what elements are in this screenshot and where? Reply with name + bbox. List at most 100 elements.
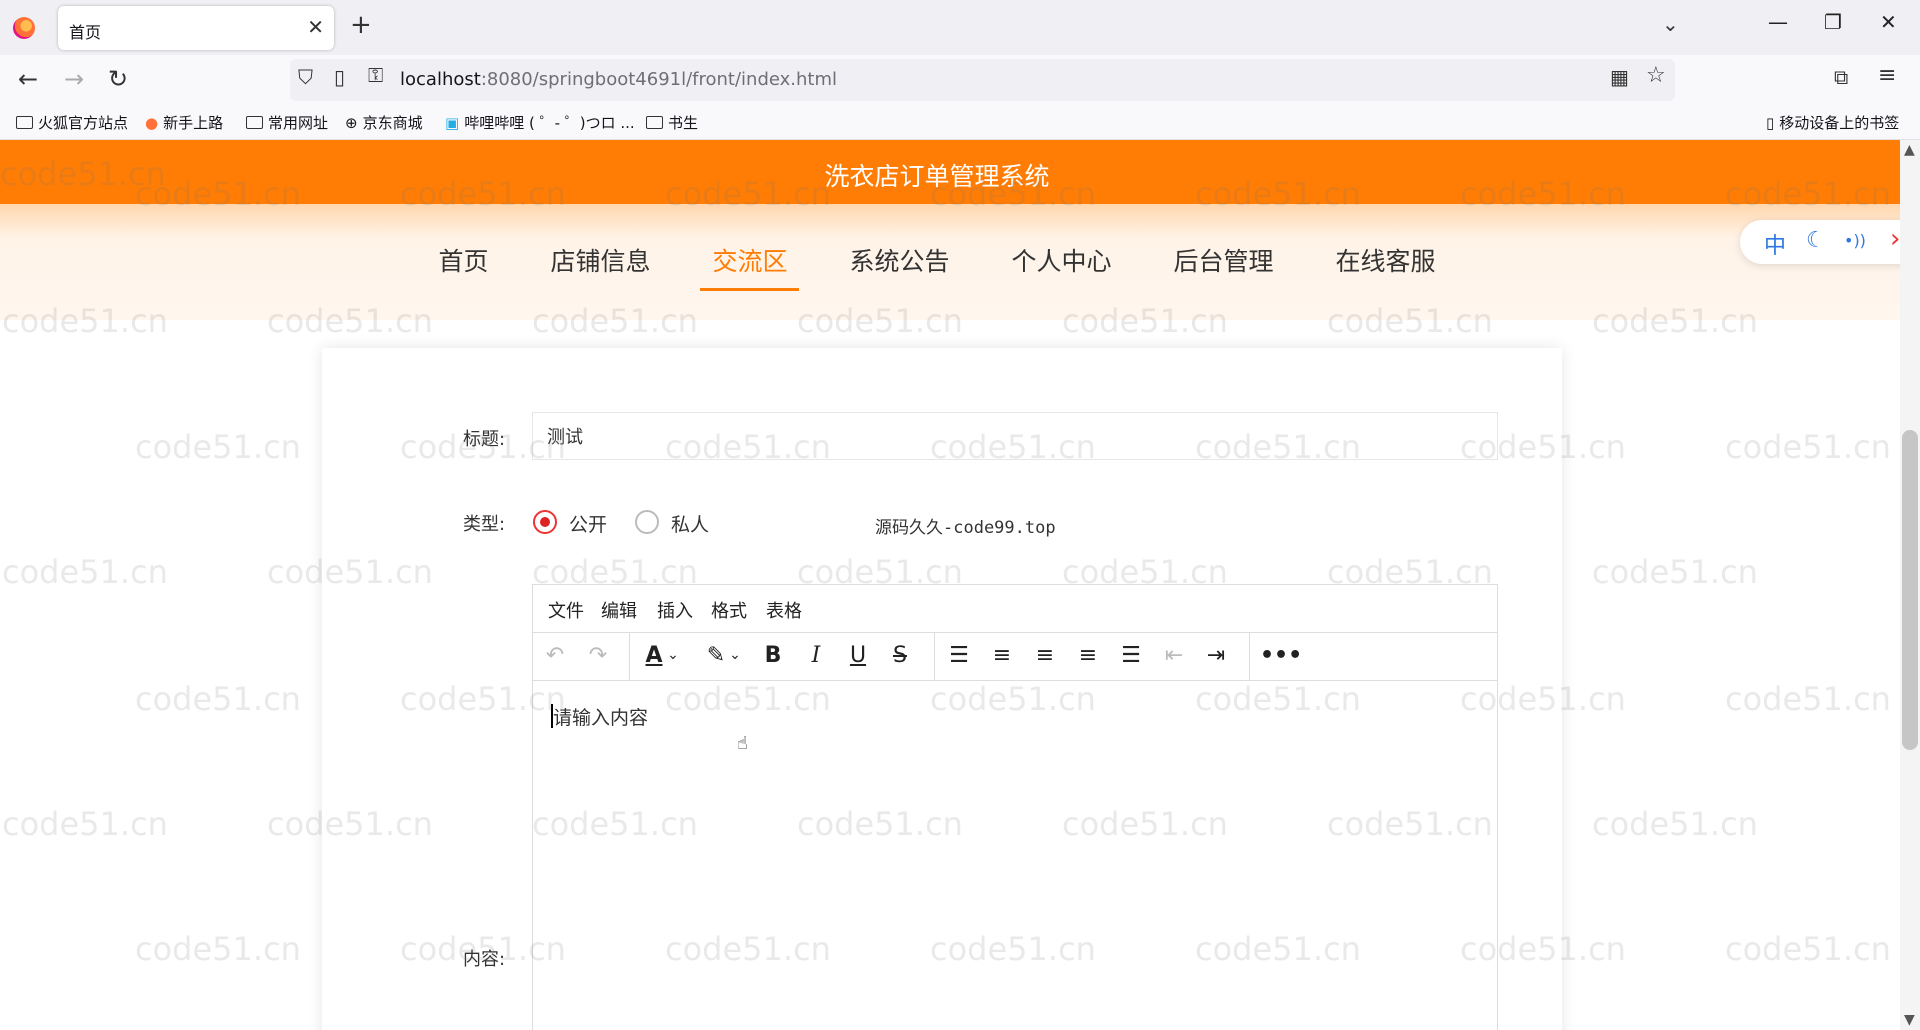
bookmark-star-icon[interactable]: ☆ <box>1646 63 1666 88</box>
chevron-down-icon[interactable]: ⌄ <box>665 647 681 663</box>
bold-icon[interactable]: B <box>758 643 788 668</box>
tab-close-icon[interactable]: ✕ <box>307 15 324 39</box>
bilibili-icon: ▣ <box>445 114 460 132</box>
scroll-down-icon[interactable]: ▼ <box>1904 1012 1915 1028</box>
nav-announcements[interactable]: 系统公告 <box>837 242 961 288</box>
menu-edit[interactable]: 编辑 <box>601 597 637 623</box>
page-info-icon[interactable]: ▯ <box>334 65 345 89</box>
editor-toolbar: ↶ ↷ A ⌄ ✎ ⌄ B I U S ☰ ≡ ≡ ≡ ☰ ⇤ ⇥ ••• <box>533 633 1497 681</box>
key-icon[interactable]: ⚿ <box>368 63 383 87</box>
radio-public-label: 公开 <box>569 514 608 536</box>
menu-insert[interactable]: 插入 <box>657 597 693 623</box>
qr-code-icon[interactable]: ▦ <box>1610 65 1629 89</box>
page-content: 洗衣店订单管理系统 首页 店铺信息 交流区 系统公告 个人中心 后台管理 在线客服 标题: … <box>0 140 1900 1030</box>
radio-public[interactable] <box>533 510 557 534</box>
nav-home[interactable]: 首页 <box>426 242 500 288</box>
menu-icon[interactable]: ≡ <box>1878 63 1896 88</box>
chevron-right-icon[interactable]: › <box>1890 224 1900 254</box>
folder-icon <box>16 116 33 129</box>
firefox-logo-icon <box>13 17 35 39</box>
back-icon[interactable]: ← <box>18 65 38 93</box>
line-height-icon[interactable]: ☰ <box>944 643 974 668</box>
main-nav-area: 首页 店铺信息 交流区 系统公告 个人中心 后台管理 在线客服 <box>0 204 1900 320</box>
strikethrough-icon[interactable]: S <box>885 643 915 668</box>
toolbar-divider <box>1249 633 1250 681</box>
bookmark-label: 火狐官方站点 <box>38 114 129 132</box>
nav-admin[interactable]: 后台管理 <box>1162 242 1286 288</box>
url-path: :8080/springboot4691l/front/index.html <box>480 69 838 90</box>
watermark: code51.cn <box>135 428 301 466</box>
italic-icon[interactable]: I <box>801 643 831 668</box>
indent-icon[interactable]: ⇥ <box>1201 643 1231 668</box>
nav-forum[interactable]: 交流区 <box>700 242 800 291</box>
watermark: code51.cn <box>1725 930 1891 968</box>
bookmark-item[interactable]: ⊕ 京东商城 <box>345 112 423 133</box>
watermark: code51.cn <box>1725 428 1891 466</box>
underline-icon[interactable]: U <box>843 643 873 668</box>
editor-placeholder[interactable]: 请输入内容 <box>553 703 648 730</box>
radio-private[interactable] <box>635 510 659 534</box>
align-right-icon[interactable]: ≡ <box>1073 643 1103 668</box>
url-text[interactable]: localhost:8080/springboot4691l/front/ind… <box>400 69 837 90</box>
scrollbar-thumb[interactable] <box>1902 430 1918 750</box>
globe-icon: ⊕ <box>345 114 358 132</box>
toolbar-divider <box>629 633 630 681</box>
bookmark-item[interactable]: ▣ 哔哩哔哩 ( ゜- ゜)つロ ... <box>445 112 635 133</box>
bookmark-label: 常用网址 <box>268 114 329 132</box>
redo-icon[interactable]: ↷ <box>583 643 613 668</box>
main-nav: 首页 店铺信息 交流区 系统公告 个人中心 后台管理 在线客服 <box>0 242 1874 291</box>
menu-format[interactable]: 格式 <box>711 597 747 623</box>
menu-table[interactable]: 表格 <box>766 597 802 623</box>
watermark: code51.cn <box>1592 805 1758 843</box>
title-input[interactable]: 测试 <box>532 412 1498 460</box>
align-left-icon[interactable]: ≡ <box>987 643 1017 668</box>
moon-icon[interactable]: ☾ <box>1806 228 1826 253</box>
scroll-up-icon[interactable]: ▲ <box>1904 142 1915 158</box>
shield-icon[interactable]: ⛉ <box>298 65 313 89</box>
tab-list-chevron-icon[interactable]: ⌄ <box>1662 12 1679 36</box>
watermark: code51.cn <box>2 553 168 591</box>
lang-switch-icon[interactable]: 中 <box>1764 228 1786 260</box>
firefox-small-icon: ● <box>145 114 159 132</box>
bookmark-item[interactable]: ● 新手上路 <box>145 112 223 133</box>
more-icon[interactable]: ••• <box>1260 643 1302 668</box>
watermark: code51.cn <box>1725 680 1891 718</box>
mouse-pointer-icon: ☝ <box>737 733 748 754</box>
minimize-icon[interactable]: — <box>1768 10 1788 34</box>
watermark: code51.cn <box>2 805 168 843</box>
extensions-icon[interactable]: ⧉ <box>1834 65 1848 89</box>
bookmark-item[interactable]: 常用网址 <box>246 112 328 133</box>
mobile-icon: ▯ <box>1766 114 1775 132</box>
site-header: 洗衣店订单管理系统 <box>0 140 1900 204</box>
align-center-icon[interactable]: ≡ <box>1030 643 1060 668</box>
url-host: localhost <box>400 69 481 90</box>
rich-text-editor: 文件 编辑 插入 格式 表格 ↶ ↷ A ⌄ ✎ ⌄ B I U S ☰ ≡ ≡… <box>532 584 1498 1030</box>
speech-icon[interactable]: •)) <box>1844 231 1866 250</box>
mobile-bookmarks[interactable]: ▯ 移动设备上的书签 <box>1766 112 1899 133</box>
nav-online-service[interactable]: 在线客服 <box>1324 242 1448 288</box>
outdent-icon[interactable]: ⇤ <box>1159 643 1189 668</box>
nav-shop-info[interactable]: 店铺信息 <box>538 242 662 288</box>
bookmark-label: 京东商城 <box>362 114 423 132</box>
content-label: 内容: <box>463 949 506 970</box>
nav-profile[interactable]: 个人中心 <box>1000 242 1124 288</box>
align-justify-icon[interactable]: ☰ <box>1116 643 1146 668</box>
undo-icon[interactable]: ↶ <box>540 643 570 668</box>
close-window-icon[interactable]: ✕ <box>1880 10 1897 34</box>
bookmark-label: 新手上路 <box>163 114 224 132</box>
floating-toolbar: 中 ☾ •)) › <box>1740 220 1900 264</box>
folder-icon <box>246 116 263 129</box>
chevron-down-icon[interactable]: ⌄ <box>727 647 743 663</box>
menu-file[interactable]: 文件 <box>548 597 584 623</box>
bookmarks-bar: 火狐官方站点 ● 新手上路 常用网址 ⊕ 京东商城 ▣ 哔哩哔哩 ( ゜- ゜)つロ … <box>0 103 1920 140</box>
reload-icon[interactable]: ↻ <box>108 65 128 93</box>
bookmark-item[interactable]: 火狐官方站点 <box>16 112 128 133</box>
folder-icon <box>646 116 663 129</box>
new-tab-icon[interactable]: + <box>350 10 372 40</box>
forward-icon[interactable]: → <box>64 65 84 93</box>
restore-icon[interactable]: ❐ <box>1824 10 1842 34</box>
bookmark-item[interactable]: 书生 <box>646 112 698 133</box>
bookmark-label: 书生 <box>668 114 699 132</box>
tab-title: 首页 <box>69 23 102 42</box>
browser-tab[interactable]: 首页 ✕ <box>58 6 334 50</box>
